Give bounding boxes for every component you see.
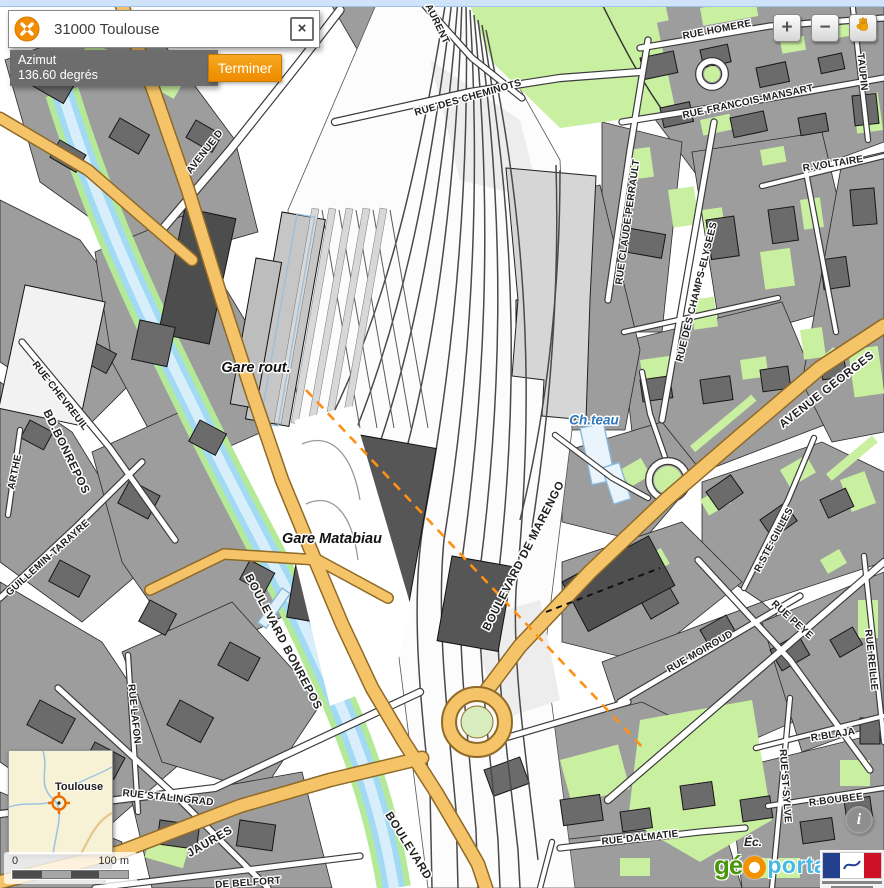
- logo-ge-text: gé: [714, 850, 742, 881]
- overview-place-label: Toulouse: [55, 781, 103, 793]
- search-box: ×: [8, 10, 320, 48]
- scale-bar-segments: [12, 870, 129, 879]
- zoom-out-button[interactable]: −: [811, 14, 839, 42]
- geoportail-target-icon: [14, 16, 40, 42]
- scale-end: 100 m: [98, 855, 129, 867]
- french-republic-logo: [820, 850, 884, 888]
- scale-bar: 0 100 m: [4, 852, 137, 884]
- overview-map-graphic: [9, 751, 112, 854]
- info-button[interactable]: i: [845, 806, 873, 834]
- azimuth-value: 136.60 degrés: [18, 68, 218, 83]
- map-label: Gare rout.: [221, 360, 290, 376]
- logo-o-ring-icon: [743, 856, 766, 879]
- close-search-button[interactable]: ×: [290, 17, 314, 41]
- search-input[interactable]: [52, 20, 290, 39]
- french-flag-icon: [822, 852, 882, 879]
- pan-tool-button[interactable]: [849, 14, 877, 42]
- map-controls: + −: [773, 14, 877, 42]
- azimuth-label: Azimut: [18, 53, 218, 68]
- map-label: Éc.: [744, 834, 762, 849]
- scale-start: 0: [12, 855, 18, 867]
- hand-pan-icon: [854, 18, 872, 39]
- map-canvas[interactable]: AVENUE DRUE DES CHEMINOTSAURENTRUE HOMER…: [0, 0, 884, 888]
- map-label: Ch.teau: [569, 413, 619, 428]
- terminer-button[interactable]: Terminer: [208, 54, 282, 82]
- geoportail-app: AVENUE DRUE DES CHEMINOTSAURENTRUE HOMER…: [0, 0, 884, 888]
- map-label: Gare Matabiau: [282, 531, 382, 547]
- azimuth-tooltip: Azimut 136.60 degrés Terminer: [10, 50, 218, 86]
- overview-map[interactable]: Toulouse: [8, 750, 113, 855]
- zoom-in-button[interactable]: +: [773, 14, 801, 42]
